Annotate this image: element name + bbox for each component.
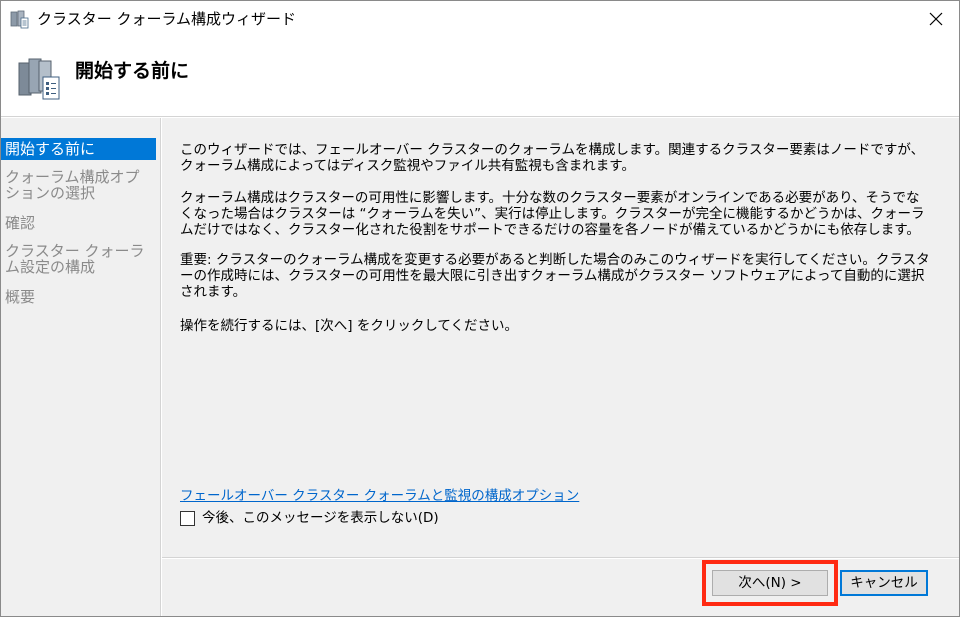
availability-paragraph: クォーラム構成はクラスターの可用性に影響します。十分な数のクラスター要素がオンラ… <box>180 190 925 238</box>
step-confirmation[interactable]: 確認 <box>1 212 156 234</box>
wizard-window: クラスター クォーラム構成ウィザード 開始する前に 開始する前に クォーラム構成… <box>0 0 960 617</box>
wizard-header: 開始する前に <box>1 37 959 117</box>
next-button[interactable]: 次へ(N) > <box>702 560 838 606</box>
step-before-you-begin[interactable]: 開始する前に <box>1 138 156 160</box>
dont-show-again-label: 今後、このメッセージを表示しない(D) <box>202 510 439 526</box>
intro-paragraph: このウィザードでは、フェールオーバー クラスターのクォーラムを構成します。関連す… <box>180 142 925 174</box>
cancel-button[interactable]: キャンセル <box>840 570 928 596</box>
close-icon <box>929 12 943 26</box>
wizard-footer: 次へ(N) > キャンセル <box>162 559 959 616</box>
title-bar: クラスター クォーラム構成ウィザード <box>1 1 959 37</box>
cluster-servers-icon <box>18 58 60 100</box>
step-select-quorum-option[interactable]: クォーラム構成オプションの選択 <box>1 166 156 204</box>
important-paragraph: 重要: クラスターのクォーラム構成を変更する必要があると判断した場合のみこのウィ… <box>180 252 930 300</box>
step-summary[interactable]: 概要 <box>1 286 156 308</box>
continue-paragraph: 操作を続行するには、[次へ] をクリックしてください。 <box>180 318 519 334</box>
dont-show-again-option[interactable]: 今後、このメッセージを表示しない(D) <box>180 510 439 526</box>
cluster-app-icon <box>10 10 29 29</box>
main-content: このウィザードでは、フェールオーバー クラスターのクォーラムを構成します。関連す… <box>162 118 959 558</box>
quorum-options-link[interactable]: フェールオーバー クラスター クォーラムと監視の構成オプション <box>180 488 579 504</box>
page-title: 開始する前に <box>75 60 190 82</box>
dont-show-again-checkbox[interactable] <box>180 510 195 526</box>
close-button[interactable] <box>913 1 959 37</box>
step-configure-quorum[interactable]: クラスター クォーラム設定の構成 <box>1 240 156 278</box>
wizard-steps-sidebar: 開始する前に クォーラム構成オプションの選択 確認 クラスター クォーラム設定の… <box>1 118 161 616</box>
window-title: クラスター クォーラム構成ウィザード <box>37 10 297 28</box>
